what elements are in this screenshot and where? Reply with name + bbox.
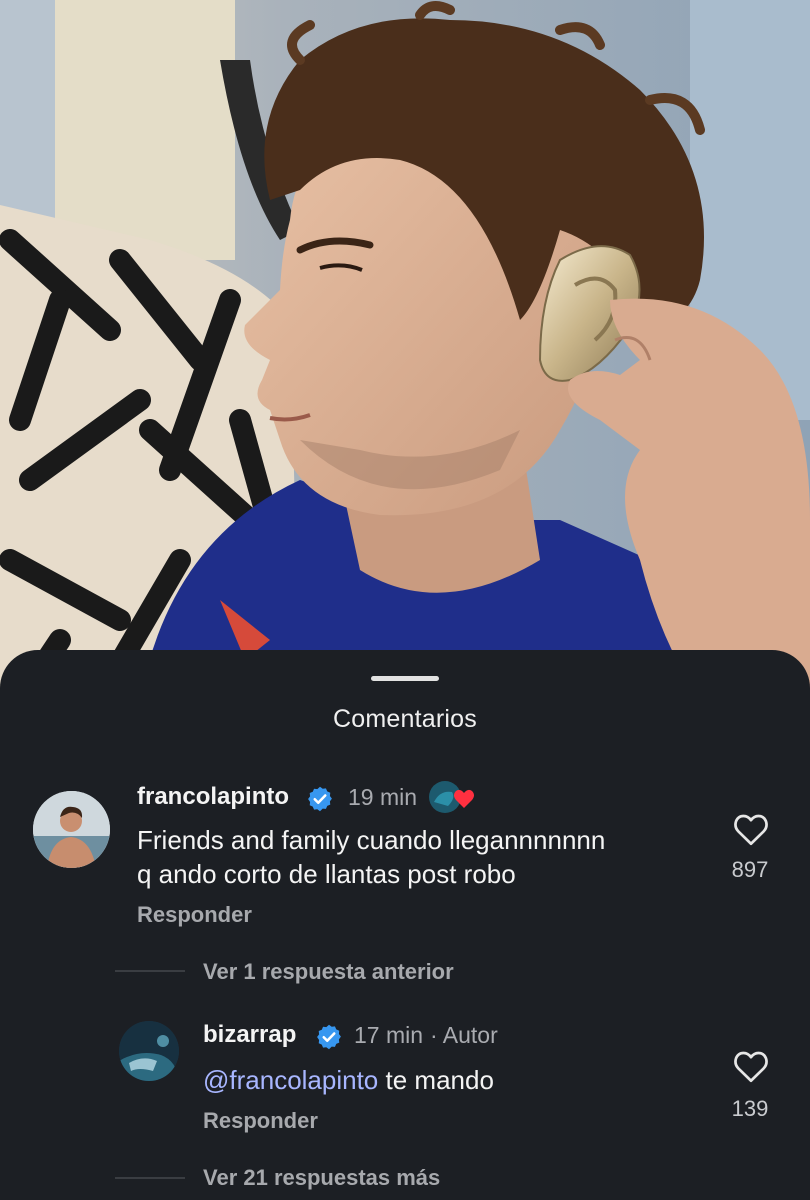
like-count: 139 bbox=[731, 1096, 769, 1121]
reply-text: @francolapinto te mando bbox=[203, 1064, 494, 1097]
heart-outline-icon[interactable] bbox=[733, 1050, 769, 1083]
thread-divider bbox=[115, 970, 185, 972]
like-count: 897 bbox=[731, 857, 769, 882]
sheet-title: Comentarios bbox=[333, 705, 477, 733]
comment-text-line: q ando corto de llantas post robo bbox=[137, 859, 516, 889]
sheet-drag-handle[interactable] bbox=[371, 676, 439, 681]
comments-sheet: Comentarios francolapinto 19 min Friends… bbox=[0, 650, 810, 1200]
comment-text-line: Friends and family cuando llegannnnnnn bbox=[137, 825, 606, 855]
author-badge: · Autor bbox=[430, 1022, 498, 1048]
heart-outline-icon[interactable] bbox=[733, 813, 769, 846]
verified-badge-icon bbox=[317, 1024, 341, 1050]
reply-text-body: te mando bbox=[378, 1065, 494, 1095]
thread-divider bbox=[115, 1177, 185, 1179]
comment-username[interactable]: francolapinto bbox=[137, 783, 289, 811]
post-photo bbox=[0, 0, 810, 700]
comment-time: 19 min bbox=[348, 784, 418, 810]
reply-username[interactable]: bizarrap bbox=[203, 1021, 296, 1049]
heart-reaction-icon bbox=[429, 781, 474, 813]
mention-link[interactable]: @francolapinto bbox=[203, 1065, 378, 1095]
verified-badge-icon bbox=[308, 786, 332, 812]
reply-button[interactable]: Responder bbox=[203, 1108, 318, 1134]
avatar[interactable] bbox=[119, 1021, 179, 1081]
view-more-replies[interactable]: Ver 21 respuestas más bbox=[203, 1165, 440, 1191]
avatar-image bbox=[119, 1021, 179, 1081]
reply-button[interactable]: Responder bbox=[137, 902, 252, 928]
reply-time: 17 min bbox=[354, 1022, 424, 1048]
view-previous-replies[interactable]: Ver 1 respuesta anterior bbox=[203, 959, 454, 985]
avatar[interactable] bbox=[33, 791, 110, 868]
post-photo-illustration bbox=[0, 0, 810, 700]
avatar-image bbox=[33, 791, 110, 868]
